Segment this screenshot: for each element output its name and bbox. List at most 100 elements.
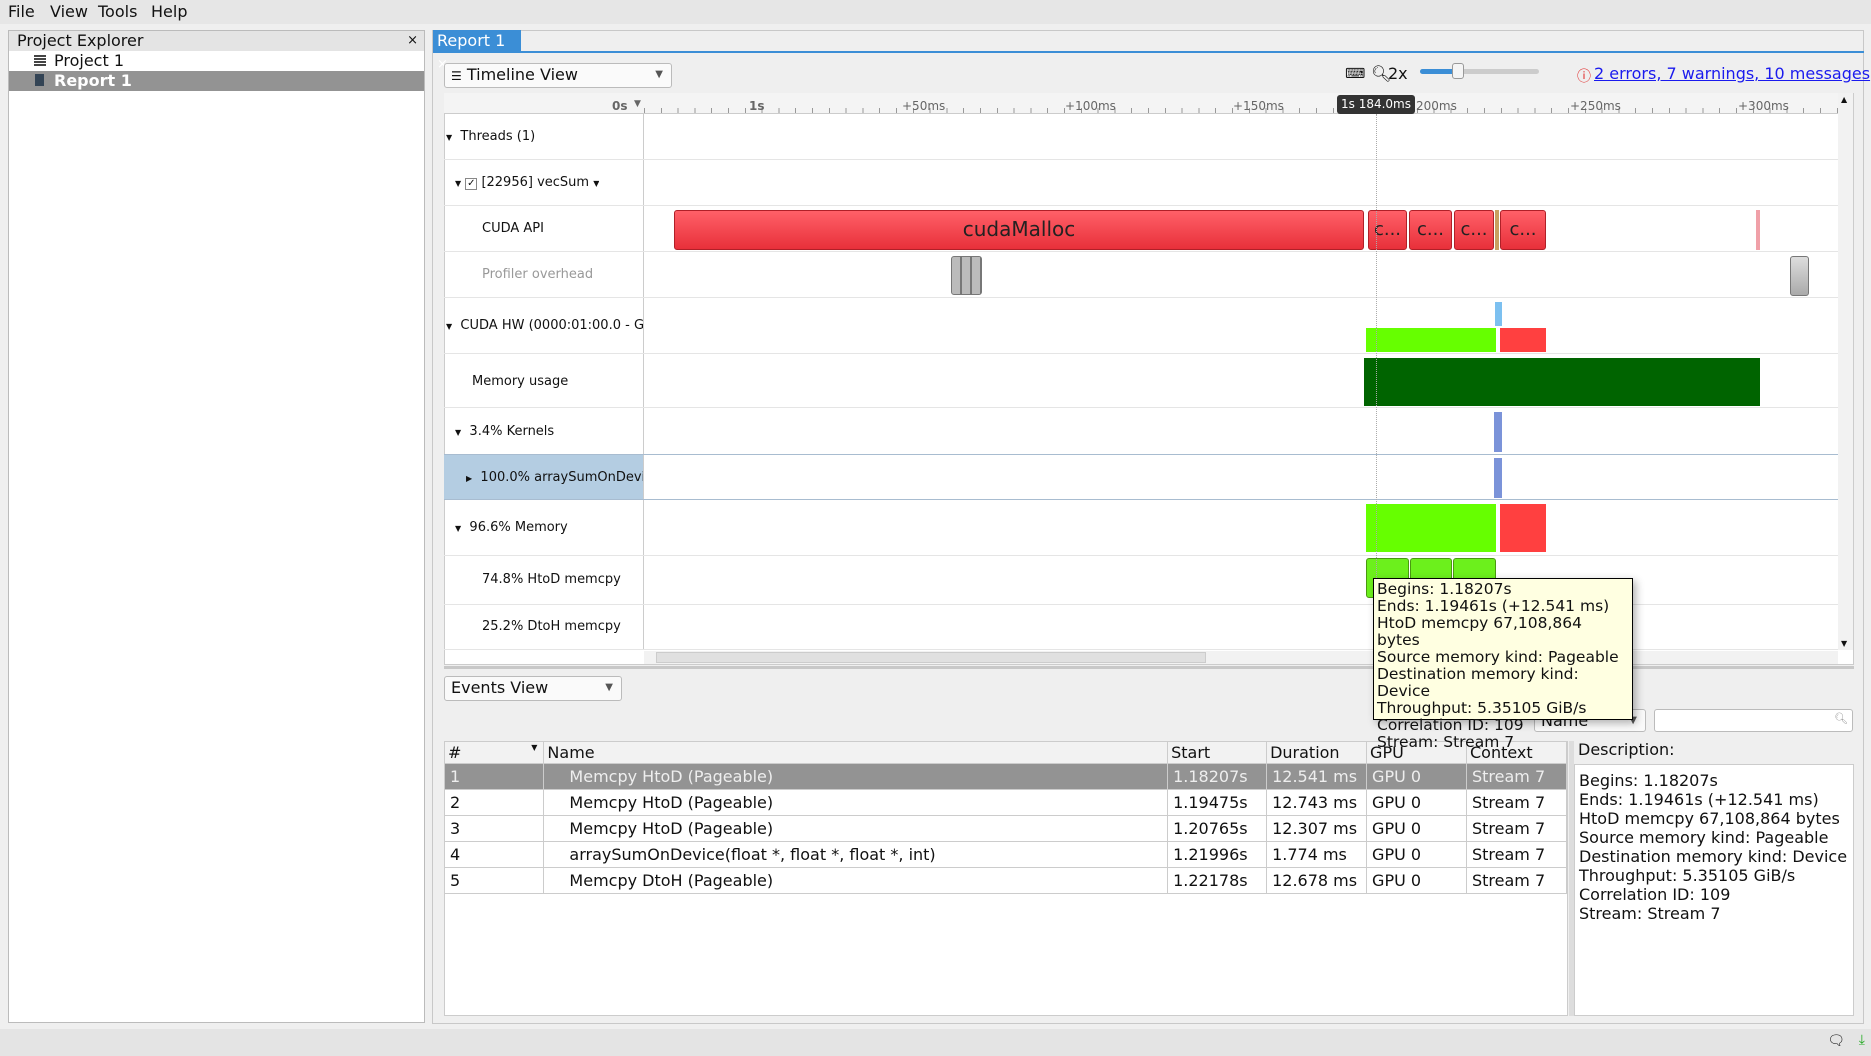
splitter[interactable] [444,666,1854,669]
tab-report-1[interactable]: Report 1 × [433,30,521,72]
scrollbar-thumb[interactable] [656,652,1206,663]
cell-gpu: GPU 0 [1366,841,1467,868]
row-cuda-hw[interactable]: ▼ CUDA HW (0000:01:00.0 - GeF [444,298,1838,354]
tooltip-line: Stream: Stream 7 [1377,733,1515,751]
timeline-vertical-scrollbar[interactable]: ▲ ▼ [1838,93,1853,650]
tab-underline [433,51,1864,53]
table-row[interactable]: 4 arraySumOnDevice(float *, float *, floa… [445,841,1568,868]
tooltip-line: HtoD memcpy 67,108,864 bytes [1377,614,1583,649]
bar-cuda-api-call[interactable]: c... [1368,210,1407,250]
cell-context: Stream 7 [1466,789,1568,816]
status-bar: 🗨︎ ⤓ [0,1029,1871,1056]
row-arraysumondevice[interactable]: ▶ 100.0% arraySumOnDevice [444,455,1838,500]
zoom-level: 2x [1388,64,1408,83]
table-row[interactable]: 5 Memcpy DtoH (Pageable) 1.22178s 12.678 ms… [445,867,1568,894]
tooltip-line: Correlation ID: 109 [1377,716,1524,734]
table-row[interactable]: 2 Memcpy HtoD (Pageable) 1.19475s 12.743 ms… [445,789,1568,816]
bar-kernel[interactable] [1494,412,1502,452]
cell-context: Stream 7 [1466,867,1568,894]
chevron-down-icon[interactable]: ▼ [593,179,599,188]
row-thread-vecsum[interactable]: ▼ ✓ [22956] vecSum ▼ [444,160,1838,206]
project-icon [34,55,46,66]
tree-item-project[interactable]: Project 1 [9,51,424,71]
bar-profiler-overhead[interactable] [951,256,982,295]
column-header-duration[interactable]: Duration [1266,742,1368,764]
tick-label: +250ms [1570,99,1621,113]
bar-cuda-api-call[interactable]: c... [1454,210,1494,250]
bar-cuda-api-small[interactable] [1756,210,1760,250]
thread-checkbox[interactable]: ✓ [465,178,478,190]
ruler-origin[interactable]: 0s [612,99,628,113]
timeline-horizontal-scrollbar[interactable] [644,651,1838,664]
cell-name: Memcpy DtoH (Pageable) [543,867,1169,894]
tab-label: Report 1 [437,31,506,50]
bar-cuda-api-small[interactable] [1495,210,1499,250]
row-kernels[interactable]: ▼ 3.4% Kernels [444,408,1838,455]
search-input[interactable]: 🔍︎ [1654,709,1853,732]
view-selector-label: Timeline View [466,65,578,84]
row-memory[interactable]: ▼ 96.6% Memory [444,500,1838,556]
column-header-name[interactable]: Name [543,742,1169,764]
description-line: Correlation ID: 109 [1579,885,1731,904]
keyboard-icon[interactable]: ⌨ [1345,66,1365,82]
zoom-slider[interactable] [1420,63,1539,79]
chat-icon[interactable]: 🗨︎ [1827,1033,1845,1049]
download-icon[interactable]: ⤓ [1859,1032,1865,1048]
cell-start: 1.18207s [1167,763,1268,790]
bar-hw-dtoh[interactable] [1500,328,1546,352]
table-row[interactable]: 1 Memcpy HtoD (Pageable) 1.18207s 12.541 ms… [445,763,1568,790]
bar-memory-usage[interactable] [1364,358,1760,406]
bar-memory-dtoh[interactable] [1500,504,1546,552]
cell-start: 1.22178s [1167,867,1268,894]
bar-hw-htod[interactable] [1366,328,1496,352]
chevron-down-icon: ▼ [655,69,663,80]
chevron-down-icon: ▼ [634,99,641,109]
column-header-number[interactable]: # ▼ [445,742,545,764]
zoom-slider-handle[interactable] [1452,63,1464,79]
cell-number: 5 [445,867,545,894]
bar-profiler-overhead[interactable] [1790,256,1809,296]
cell-context: Stream 7 [1466,815,1568,842]
zoom-slider-fill [1420,69,1456,74]
bar-kernel-arraysum[interactable] [1494,458,1502,498]
project-explorer: Project Explorer × Project 1 Report 1 [8,30,425,1023]
close-icon[interactable]: × [407,31,418,51]
events-view-label: Events View [451,678,549,697]
tree-item-report[interactable]: Report 1 [9,71,424,91]
menu-view[interactable]: View [50,2,88,21]
issues-link[interactable]: 2 errors, 7 warnings, 10 messages [1594,64,1870,83]
description-line: Destination memory kind: Device [1579,847,1848,866]
cell-number: 4 [445,841,545,868]
tooltip-line: Source memory kind: Pageable [1377,648,1619,666]
row-label: [22956] vecSum [481,175,590,190]
menu-file[interactable]: File [8,2,35,21]
tick-label: 1s [749,99,765,113]
bar-hw-kernel[interactable] [1495,302,1502,326]
error-icon: ⓘ [1577,69,1591,85]
cell-duration: 1.774 ms [1266,841,1368,868]
description-line: Ends: 1.19461s (+12.541 ms) [1579,790,1819,809]
description-line: Begins: 1.18207s [1579,771,1718,790]
menu-help[interactable]: Help [151,2,187,21]
cell-number: 3 [445,815,545,842]
view-selector[interactable]: ☰ Timeline View ▼ [444,63,672,88]
column-header-start[interactable]: Start [1167,742,1268,764]
cell-name: Memcpy HtoD (Pageable) [543,815,1169,842]
bar-memory-htod[interactable] [1366,504,1496,552]
bar-cuda-api-call[interactable]: c... [1500,210,1546,250]
cell-name: Memcpy HtoD (Pageable) [543,789,1169,816]
tick-label: +50ms [902,99,946,113]
bar-cudamalloc[interactable]: cudaMalloc [674,210,1364,250]
cell-context: Stream 7 [1466,763,1568,790]
description-line: Source memory kind: Pageable [1579,828,1829,847]
table-row[interactable]: 3 Memcpy HtoD (Pageable) 1.20765s 12.307 ms… [445,815,1568,842]
row-label: CUDA HW (0000:01:00.0 - GeF [460,318,643,333]
description-panel: Begins: 1.18207s Ends: 1.19461s (+12.541… [1574,764,1854,1016]
row-threads[interactable]: ▼ Threads (1) [444,114,1838,160]
menu-tools[interactable]: Tools [98,2,137,21]
events-view-selector[interactable]: Events View ▼ [444,676,622,701]
tick-label: +150ms [1233,99,1284,113]
bar-cuda-api-call[interactable]: c... [1409,210,1452,250]
tooltip-line: Ends: 1.19461s (+12.541 ms) [1377,597,1610,615]
row-profiler-overhead[interactable]: Profiler overhead [444,252,1838,298]
